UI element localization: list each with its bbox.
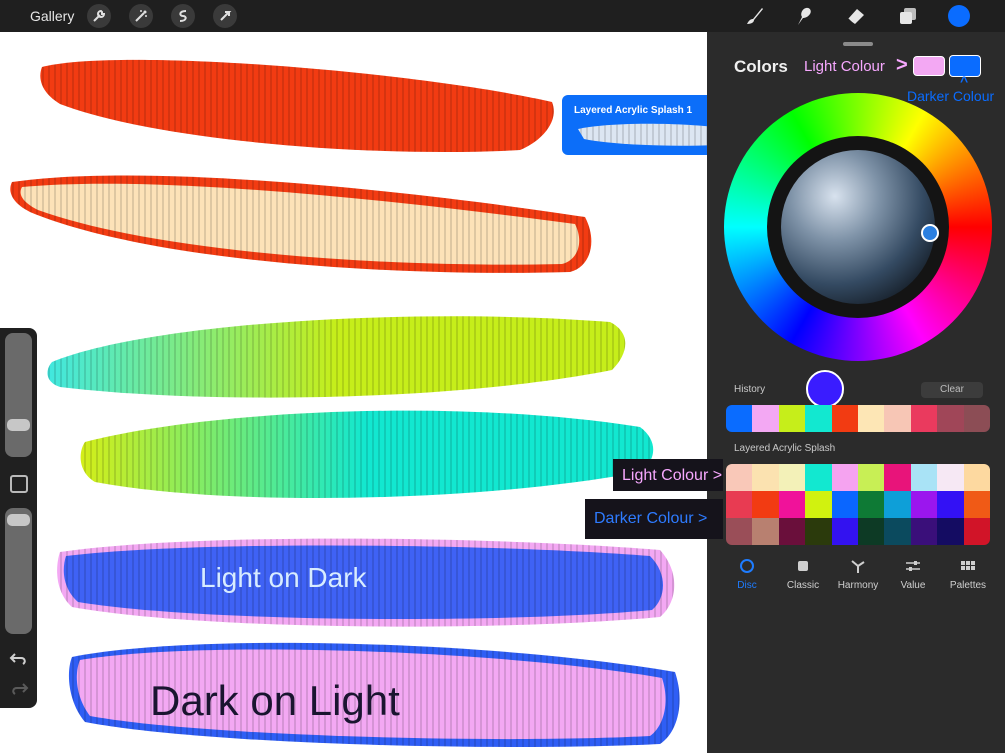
panel-grabber[interactable] [843, 42, 873, 46]
color-history [726, 405, 990, 432]
palette-swatch[interactable] [963, 491, 990, 518]
palette-swatch[interactable] [831, 464, 858, 491]
tab-value[interactable]: Value [883, 558, 943, 591]
palette-swatch[interactable] [937, 464, 964, 491]
top-toolbar: Gallery [0, 0, 1005, 32]
tab-disc-label: Disc [737, 580, 757, 591]
brush-icon[interactable] [743, 5, 765, 27]
darker-colour-callout-text: Darker Colour > [594, 510, 708, 527]
brush-name: Layered Acrylic Splash 1 [574, 105, 693, 116]
layers-icon[interactable] [897, 5, 919, 27]
eraser-icon[interactable] [845, 5, 867, 27]
palette-swatch[interactable] [910, 464, 938, 491]
palette-swatch[interactable] [805, 491, 832, 518]
saturation-brightness-disc[interactable] [781, 150, 935, 304]
clear-history-button[interactable]: Clear [921, 382, 983, 398]
tab-value-label: Value [900, 580, 926, 591]
light-colour-callout: Light Colour > [613, 459, 723, 491]
redo-icon[interactable] [9, 680, 29, 698]
active-color-button[interactable] [948, 5, 970, 27]
transform-arrow-icon[interactable] [213, 4, 237, 28]
selection-s-icon[interactable] [171, 4, 195, 28]
light-colour-callout-text: Light Colour > [622, 467, 723, 484]
palette-swatch[interactable] [857, 518, 885, 545]
tab-harmony-label: Harmony [837, 580, 879, 591]
palette-swatch[interactable] [857, 491, 885, 518]
history-swatch[interactable] [910, 405, 938, 432]
palette-swatch[interactable] [937, 491, 964, 518]
palette-swatch[interactable] [963, 464, 990, 491]
palette-swatch[interactable] [805, 464, 832, 491]
disc-color-picker[interactable] [921, 224, 939, 242]
panel-title: Colors [734, 57, 788, 76]
palette-label: Layered Acrylic Splash [734, 443, 836, 454]
history-swatch[interactable] [963, 405, 990, 432]
palette-swatch[interactable] [726, 518, 753, 545]
palette-swatch[interactable] [726, 491, 753, 518]
undo-icon[interactable] [9, 650, 29, 668]
palette-swatch[interactable] [726, 464, 753, 491]
light-colour-annotation: Light Colour [804, 58, 885, 75]
color-mode-tabs: Disc Classic Harmony Value Palettes [707, 558, 1005, 598]
tab-harmony[interactable]: Harmony [828, 558, 888, 591]
wrench-icon[interactable] [87, 4, 111, 28]
smudge-icon[interactable] [793, 5, 815, 27]
gallery-button[interactable]: Gallery [30, 8, 74, 24]
history-swatch[interactable] [884, 405, 911, 432]
brush-size-slider[interactable] [5, 333, 32, 457]
palette-swatch[interactable] [884, 491, 911, 518]
history-swatch[interactable] [752, 405, 779, 432]
history-swatch[interactable] [858, 405, 885, 432]
palette-swatch[interactable] [884, 464, 911, 491]
history-swatch[interactable] [726, 405, 753, 432]
classic-square-icon [795, 558, 811, 576]
palette-swatch[interactable] [778, 491, 806, 518]
secondary-color-swatch[interactable] [913, 56, 945, 76]
darker-colour-arrow: ^ [960, 73, 969, 89]
palette-swatch[interactable] [752, 518, 779, 545]
palette-swatch[interactable] [752, 464, 779, 491]
darker-colour-callout: Darker Colour > [585, 499, 723, 539]
light-colour-arrow: > [896, 54, 908, 76]
label-dark-on-light: Dark on Light [150, 677, 400, 724]
magic-wand-icon[interactable] [129, 4, 153, 28]
tab-palettes[interactable]: Palettes [938, 558, 998, 591]
hue-ring[interactable] [724, 93, 992, 408]
modify-button[interactable] [10, 475, 28, 493]
opacity-knob[interactable] [7, 514, 30, 526]
history-swatch[interactable] [778, 405, 806, 432]
palette-swatch[interactable] [778, 518, 806, 545]
darker-colour-annotation: Darker Colour [907, 88, 995, 104]
history-swatch[interactable] [937, 405, 964, 432]
palette-swatch[interactable] [831, 491, 858, 518]
palette-swatch[interactable] [910, 491, 938, 518]
left-sidebar [0, 328, 37, 708]
palettes-grid-icon [960, 558, 976, 576]
history-swatch[interactable] [805, 405, 832, 432]
value-sliders-icon [905, 558, 921, 576]
palette-swatch[interactable] [910, 518, 938, 545]
hue-picker[interactable] [806, 370, 844, 408]
disc-icon [739, 558, 755, 576]
palette-swatch[interactable] [778, 464, 806, 491]
brush-size-knob[interactable] [7, 419, 30, 431]
palette-swatch[interactable] [831, 518, 858, 545]
history-swatch[interactable] [831, 405, 859, 432]
palette-swatch[interactable] [963, 518, 990, 545]
palette-swatch[interactable] [857, 464, 885, 491]
tab-classic[interactable]: Classic [773, 558, 833, 591]
palette-swatch[interactable] [884, 518, 911, 545]
tab-classic-label: Classic [786, 580, 820, 591]
palette-swatch[interactable] [937, 518, 964, 545]
color-palette [726, 464, 990, 545]
history-label: History [734, 384, 766, 395]
opacity-slider[interactable] [5, 508, 32, 634]
label-light-on-dark: Light on Dark [200, 562, 367, 593]
tab-disc[interactable]: Disc [717, 558, 777, 591]
tab-palettes-label: Palettes [949, 580, 987, 591]
palette-swatch[interactable] [752, 491, 779, 518]
colors-panel: Colors Light Colour > ^ Darker Colour Hi… [707, 32, 1005, 753]
palette-swatch[interactable] [805, 518, 832, 545]
harmony-icon [850, 558, 866, 576]
